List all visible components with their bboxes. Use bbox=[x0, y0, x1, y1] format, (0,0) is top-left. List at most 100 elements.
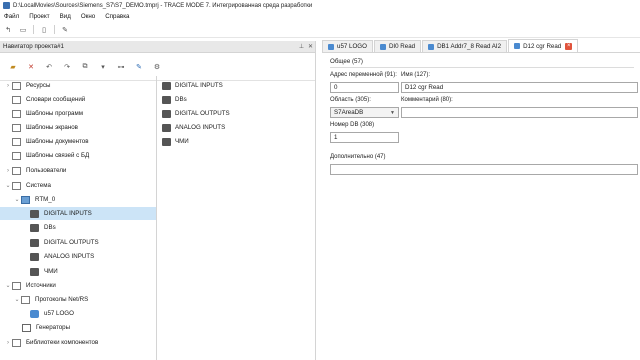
title-bar: D:\LocalMovies\Sources\Siemens_S7\S7_DEM… bbox=[0, 0, 640, 11]
list-item[interactable]: DBs bbox=[162, 93, 187, 106]
collapse-icon[interactable]: ⌄ bbox=[13, 296, 21, 303]
divider bbox=[330, 67, 634, 68]
tree-item-users[interactable]: › Пользователи bbox=[0, 164, 156, 177]
expand-icon[interactable]: › bbox=[4, 340, 12, 346]
window-title: D:\LocalMovies\Sources\Siemens_S7\S7_DEM… bbox=[13, 2, 313, 9]
area-select-value: S7AreaDB bbox=[334, 109, 364, 116]
filter-icon[interactable]: ▾ bbox=[98, 62, 108, 72]
address-field[interactable]: 0 bbox=[330, 82, 399, 93]
section-title: Общее (57) bbox=[330, 58, 363, 65]
tree-item-label: u57 LOGO bbox=[44, 310, 74, 317]
editor-tabs: u57 LOGO DI0 Read DB1 Addr7_8 Read AI2 D… bbox=[322, 39, 640, 53]
collapse-icon[interactable]: ⌄ bbox=[4, 282, 12, 289]
tree-item-generators[interactable]: Генераторы bbox=[0, 321, 156, 334]
tab-d12-cgr-read[interactable]: D12 cgr Read × bbox=[508, 39, 579, 52]
tree-item-document-templates[interactable]: Шаблоны документов bbox=[0, 135, 156, 148]
list-item[interactable]: ANALOG INPUTS bbox=[162, 121, 225, 134]
tree-item-screen-templates[interactable]: Шаблоны экранов bbox=[0, 121, 156, 134]
group-list: DIGITAL INPUTS DBs DIGITAL OUTPUTS ANALO… bbox=[158, 76, 316, 360]
data-group-icon bbox=[30, 267, 39, 276]
tree-item-component-libraries[interactable]: › Библиотеки компонентов bbox=[0, 336, 156, 349]
close-panel-icon[interactable]: ✕ bbox=[306, 43, 315, 50]
tree-item-hmi[interactable]: ЧМИ bbox=[0, 265, 156, 278]
area-label: Область (305): bbox=[330, 97, 371, 103]
folder-icon bbox=[12, 181, 21, 190]
tree-item-sources[interactable]: ⌄ Источники bbox=[0, 279, 156, 292]
tree-item-dbs[interactable]: DBs bbox=[0, 221, 156, 234]
tree-item-resources[interactable]: › Ресурсы bbox=[0, 79, 156, 92]
network-icon bbox=[30, 309, 39, 318]
tree-item-program-templates[interactable]: Шаблоны программ bbox=[0, 107, 156, 120]
tree-item-label: Библиотеки компонентов bbox=[26, 339, 99, 346]
list-item[interactable]: DIGITAL INPUTS bbox=[162, 79, 223, 92]
save-icon[interactable]: ▯ bbox=[39, 25, 49, 35]
additional-field[interactable] bbox=[330, 164, 638, 175]
tree-item-net-rs-protocols[interactable]: ⌄ Протоколы Net/RS bbox=[0, 293, 156, 306]
wand-icon[interactable]: ✎ bbox=[60, 25, 70, 35]
tree-item-u57-logo[interactable]: u57 LOGO bbox=[0, 307, 156, 320]
edit-icon[interactable]: ✎ bbox=[134, 62, 144, 72]
folder-icon bbox=[12, 81, 21, 90]
db-number-field[interactable]: 1 bbox=[330, 132, 399, 143]
area-select[interactable]: S7AreaDB ▼ bbox=[330, 107, 399, 118]
collapse-icon[interactable]: ⌄ bbox=[13, 196, 21, 203]
list-item[interactable]: ЧМИ bbox=[162, 135, 189, 148]
data-group-icon bbox=[30, 209, 39, 218]
undo-icon[interactable]: ↶ bbox=[44, 62, 54, 72]
delete-icon[interactable]: ✕ bbox=[26, 62, 36, 72]
add-group-icon[interactable]: ▰ bbox=[8, 62, 18, 72]
collapse-icon[interactable]: ⌄ bbox=[4, 182, 12, 189]
tree-item-digital-outputs[interactable]: DIGITAL OUTPUTS bbox=[0, 236, 156, 249]
tree-item-label: Источники bbox=[26, 282, 56, 289]
navigator-title: Навигатор проекта#1 bbox=[3, 43, 64, 50]
expand-icon[interactable]: › bbox=[4, 168, 12, 174]
tab-di0-read[interactable]: DI0 Read bbox=[373, 40, 422, 52]
tree-item-label: DIGITAL INPUTS bbox=[44, 210, 92, 217]
redo-icon[interactable]: ↷ bbox=[62, 62, 72, 72]
tab-u57-logo[interactable]: u57 LOGO bbox=[322, 40, 373, 52]
tab-db1-read[interactable]: DB1 Addr7_8 Read AI2 bbox=[422, 40, 508, 52]
name-field[interactable]: D12 cgr Read bbox=[401, 82, 638, 93]
tree-item-label: Шаблоны документов bbox=[26, 138, 89, 145]
folder-icon bbox=[12, 137, 21, 146]
computer-icon bbox=[21, 195, 30, 204]
list-item-label: DIGITAL INPUTS bbox=[175, 82, 223, 89]
tree-item-db-link-templates[interactable]: Шаблоны связей с БД bbox=[0, 149, 156, 162]
menu-window[interactable]: Окно bbox=[77, 13, 101, 20]
channel-icon bbox=[514, 43, 521, 49]
menu-file[interactable]: Файл bbox=[0, 13, 25, 20]
settings-icon[interactable]: ⚙ bbox=[152, 62, 162, 72]
tree-item-label: Система bbox=[26, 182, 51, 189]
data-group-icon bbox=[162, 109, 171, 118]
tree-item-analog-inputs[interactable]: ANALOG INPUTS bbox=[0, 250, 156, 263]
expand-icon[interactable]: › bbox=[4, 83, 12, 89]
folder-icon bbox=[21, 295, 30, 304]
channel-icon bbox=[428, 43, 435, 50]
chevron-down-icon: ▼ bbox=[390, 109, 395, 116]
main-toolbar: ↰ ▭ ▯ ✎ bbox=[0, 22, 640, 38]
tree-item-message-dictionaries[interactable]: Словари сообщений bbox=[0, 93, 156, 106]
menu-view[interactable]: Вид bbox=[56, 13, 77, 20]
folder-icon bbox=[12, 338, 21, 347]
tab-label: DB1 Addr7_8 Read AI2 bbox=[437, 43, 502, 50]
close-tab-icon[interactable]: × bbox=[565, 42, 573, 50]
tree-item-label: DBs bbox=[44, 224, 56, 231]
menu-project[interactable]: Проект bbox=[25, 13, 55, 20]
toolbar-separator bbox=[54, 25, 55, 34]
tree-item-digital-inputs[interactable]: DIGITAL INPUTS bbox=[0, 207, 156, 220]
comment-field[interactable] bbox=[401, 107, 638, 118]
tree-item-rtm-0[interactable]: ⌄ RTM_0 bbox=[0, 193, 156, 206]
copy-icon[interactable]: ⧉ bbox=[80, 62, 90, 72]
open-icon[interactable]: ▭ bbox=[18, 25, 28, 35]
list-item[interactable]: DIGITAL OUTPUTS bbox=[162, 107, 230, 120]
tree-item-system[interactable]: ⌄ Система bbox=[0, 179, 156, 192]
link-icon[interactable]: ⊶ bbox=[116, 62, 126, 72]
tree-item-label: ANALOG INPUTS bbox=[44, 253, 95, 260]
new-project-icon[interactable]: ↰ bbox=[3, 25, 13, 35]
menu-help[interactable]: Справка bbox=[101, 13, 135, 20]
project-tree: › Ресурсы Словари сообщений Шаблоны прог… bbox=[0, 76, 157, 360]
list-item-label: ANALOG INPUTS bbox=[175, 124, 226, 131]
pin-icon[interactable]: ⊥ bbox=[297, 43, 306, 50]
toolbar-separator bbox=[33, 25, 34, 34]
tree-item-label: DIGITAL OUTPUTS bbox=[44, 239, 99, 246]
